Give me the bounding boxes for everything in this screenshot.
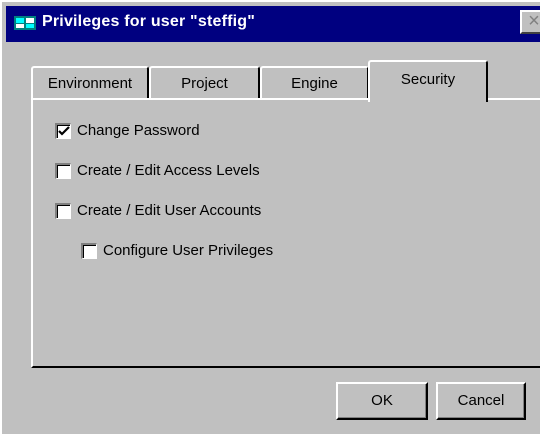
create-edit-access-levels-label: Create / Edit Access Levels xyxy=(77,162,260,179)
security-tab-panel: Change Password Create / Edit Access Lev… xyxy=(31,98,540,368)
configure-user-privileges-label: Configure User Privileges xyxy=(103,242,274,259)
change-password-checkbox[interactable] xyxy=(55,122,71,139)
tab-project-label: Project xyxy=(181,75,228,92)
checkmark-icon xyxy=(58,125,70,136)
create-edit-access-levels-option[interactable]: Create / Edit Access Levels xyxy=(55,162,260,179)
tab-security[interactable]: Security xyxy=(368,60,488,102)
title-bar[interactable]: Privileges for user "steffig" × xyxy=(6,6,540,42)
privileges-dialog: Privileges for user "steffig" × Environm… xyxy=(0,0,540,434)
tab-engine[interactable]: Engine xyxy=(260,66,369,100)
configure-user-privileges-checkbox[interactable] xyxy=(81,242,97,259)
tab-environment-label: Environment xyxy=(47,75,133,92)
create-edit-user-accounts-option[interactable]: Create / Edit User Accounts xyxy=(55,202,261,219)
change-password-label: Change Password xyxy=(77,122,200,139)
configure-user-privileges-option[interactable]: Configure User Privileges xyxy=(81,242,273,259)
app-icon xyxy=(14,16,36,30)
ok-button[interactable]: OK xyxy=(336,382,428,420)
tab-engine-label: Engine xyxy=(291,75,338,92)
close-button[interactable]: × xyxy=(520,10,540,34)
tab-security-label: Security xyxy=(400,71,456,88)
window-title: Privileges for user "steffig" xyxy=(42,13,256,30)
close-icon: × xyxy=(528,10,540,32)
create-edit-user-accounts-label: Create / Edit User Accounts xyxy=(77,202,262,219)
cancel-button[interactable]: Cancel xyxy=(436,382,526,420)
tab-environment[interactable]: Environment xyxy=(31,66,149,100)
change-password-option[interactable]: Change Password xyxy=(55,122,200,139)
tab-project[interactable]: Project xyxy=(149,66,260,100)
create-edit-user-accounts-checkbox[interactable] xyxy=(55,202,71,219)
create-edit-access-levels-checkbox[interactable] xyxy=(55,162,71,179)
